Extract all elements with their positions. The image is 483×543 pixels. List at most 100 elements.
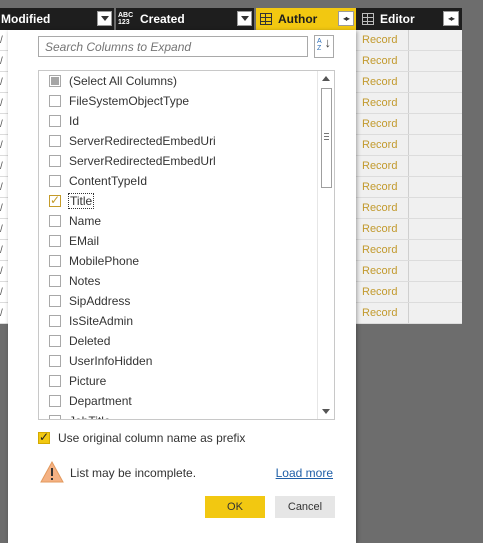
column-checkbox[interactable] (49, 355, 61, 367)
column-list-item[interactable]: Notes (49, 271, 100, 291)
column-checkbox[interactable] (49, 115, 61, 127)
record-link[interactable]: Record (362, 265, 397, 277)
column-checkbox[interactable] (49, 415, 61, 419)
column-label: FileSystemObjectType (69, 94, 190, 108)
column-header-modified[interactable]: Modified (1, 8, 97, 30)
column-checkbox[interactable] (49, 95, 61, 107)
column-list-item[interactable]: MobilePhone (49, 251, 139, 271)
grid-cell: / (0, 282, 8, 303)
scroll-down-icon[interactable] (322, 409, 330, 414)
column-list-item[interactable]: SipAddress (49, 291, 130, 311)
column-header-bar: Modified ABC 123 Created Author ◂▸ Editor… (0, 8, 462, 30)
column-label: IsSiteAdmin (69, 314, 134, 328)
table-row: Record (356, 51, 462, 72)
table-row: Record (356, 72, 462, 93)
scroll-up-icon[interactable] (322, 76, 330, 81)
column-checkbox[interactable] (49, 275, 61, 287)
record-link[interactable]: Record (362, 181, 397, 193)
column-label: Picture (69, 374, 107, 388)
column-list-item[interactable]: Title (49, 191, 95, 211)
column-checkbox[interactable] (49, 235, 61, 247)
column-header-author-label: Author (278, 12, 318, 26)
warning-icon (40, 461, 64, 483)
record-link[interactable]: Record (362, 55, 397, 67)
record-link[interactable]: Record (362, 34, 397, 46)
column-list-item[interactable]: FileSystemObjectType (49, 91, 189, 111)
column-list-item[interactable]: EMail (49, 231, 99, 251)
column-checkbox[interactable] (49, 315, 61, 327)
column-list-item[interactable]: UserInfoHidden (49, 351, 152, 371)
prefix-checkbox[interactable] (38, 430, 50, 444)
column-list-item[interactable]: JobTitle (49, 411, 111, 419)
created-filter-dropdown[interactable] (237, 11, 252, 26)
column-list: (Select All Columns) FileSystemObjectType… (38, 70, 335, 420)
column-checkbox[interactable] (49, 295, 61, 307)
expand-icon: ◂▸ (342, 14, 350, 23)
table-icon (362, 13, 374, 25)
editor-expand-button[interactable]: ◂▸ (443, 11, 459, 26)
grid-cell: / (0, 198, 8, 219)
column-checkbox[interactable] (49, 335, 61, 347)
record-link[interactable]: Record (362, 118, 397, 130)
load-more-link[interactable]: Load more (276, 466, 333, 480)
expand-columns-dialog: A Z ↓ (Select All Columns) FileSystemObje… (8, 30, 356, 543)
column-label: ContentTypeId (69, 174, 148, 188)
column-checkbox[interactable] (49, 193, 61, 207)
record-link[interactable]: Record (362, 139, 397, 151)
column-list-item[interactable]: ServerRedirectedEmbedUri (49, 131, 216, 151)
sort-button[interactable]: A Z ↓ (314, 35, 334, 58)
list-scrollbar[interactable] (317, 71, 334, 419)
record-link[interactable]: Record (362, 244, 397, 256)
column-separator (114, 8, 116, 30)
ok-button[interactable]: OK (205, 496, 265, 518)
grid-cell: / (0, 177, 8, 198)
column-list-item[interactable]: Id (49, 111, 79, 131)
column-label: ServerRedirectedEmbedUri (69, 134, 216, 148)
record-link[interactable]: Record (362, 286, 397, 298)
record-link[interactable]: Record (362, 223, 397, 235)
grid-cell: / (0, 156, 8, 177)
grip-line (324, 133, 329, 134)
column-checkbox[interactable] (49, 375, 61, 387)
record-link[interactable]: Record (362, 160, 397, 172)
column-checkbox[interactable] (49, 155, 61, 167)
author-expand-button[interactable]: ◂▸ (338, 11, 354, 26)
column-list-item[interactable]: ContentTypeId (49, 171, 147, 191)
search-columns-input[interactable] (38, 36, 308, 57)
table-row: Record (356, 156, 462, 177)
grid-cell: / (0, 240, 8, 261)
column-checkbox[interactable] (49, 215, 61, 227)
column-checkbox[interactable] (49, 395, 61, 407)
column-label: Notes (69, 274, 101, 288)
column-list-item[interactable]: (Select All Columns) (49, 71, 177, 91)
scroll-thumb[interactable] (321, 88, 332, 188)
modified-filter-dropdown[interactable] (97, 11, 112, 26)
column-checkbox[interactable] (49, 75, 61, 87)
column-header-created[interactable]: ABC 123 Created (118, 8, 236, 30)
record-link[interactable]: Record (362, 76, 397, 88)
column-list-item[interactable]: IsSiteAdmin (49, 311, 133, 331)
cancel-button[interactable]: Cancel (275, 496, 335, 518)
column-label: Name (69, 214, 102, 228)
column-list-item[interactable]: Picture (49, 371, 106, 391)
prefix-option[interactable]: Use original column name as prefix (38, 430, 245, 445)
column-checkbox[interactable] (49, 135, 61, 147)
column-checkbox[interactable] (49, 175, 61, 187)
table-row: Record (356, 240, 462, 261)
column-list-item[interactable]: Deleted (49, 331, 110, 351)
column-list-item[interactable]: Department (49, 391, 132, 411)
column-label: Deleted (69, 334, 111, 348)
column-list-item[interactable]: ServerRedirectedEmbedUrl (49, 151, 216, 171)
column-list-item[interactable]: Name (49, 211, 101, 231)
column-label: SipAddress (69, 294, 131, 308)
column-header-created-label: Created (140, 12, 185, 26)
column-checkbox[interactable] (49, 255, 61, 267)
table-row: Record (356, 198, 462, 219)
table-row: Record (356, 114, 462, 135)
table-row: Record (356, 30, 462, 51)
record-link[interactable]: Record (362, 307, 397, 319)
record-link[interactable]: Record (362, 97, 397, 109)
record-link[interactable]: Record (362, 202, 397, 214)
grid-cell: / (0, 303, 8, 324)
grid-cell: / (0, 72, 8, 93)
